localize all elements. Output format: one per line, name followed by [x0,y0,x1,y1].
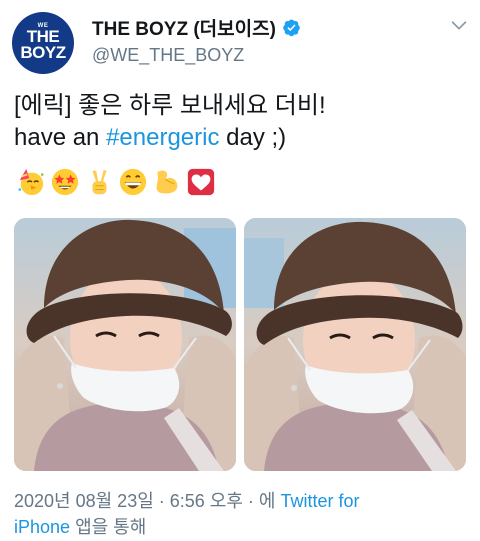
tweet-text-before-hashtag: have an [14,124,107,151]
name-row: THE BOYZ (더보이즈) [92,14,301,40]
tweet-timestamp[interactable]: 2020년 08월 23일 · 6:56 오후 · 에 [14,491,280,511]
tweet-photo-2[interactable] [244,218,466,471]
avatar[interactable]: WE THE BOYZ [12,12,74,74]
avatar-line-2: BOYZ [20,43,66,62]
tweet-line-2: have an #energeric day ;) [14,122,470,154]
photo-2-illustration [244,218,466,471]
emoji-row [16,166,216,198]
tweet-text-after-hashtag: day ;) [219,124,287,151]
chevron-down-icon[interactable] [448,14,470,36]
tweet-line-1: [에릭] 좋은 하루 보내세요 더비! [14,92,326,119]
tweet-header: WE THE BOYZ THE BOYZ (더보이즈) @WE_THE_BOYZ [0,0,480,80]
star-struck-icon [51,168,79,196]
tweet-text: [에릭] 좋은 하루 보내세요 더비! have an #energeric d… [14,90,470,154]
source-link-part-1[interactable]: Twitter for [280,491,359,511]
party-face-icon [18,168,44,196]
hashtag-link[interactable]: #energeric [106,124,219,151]
victory-hand-icon [92,169,107,195]
grinning-face-icon [119,168,147,196]
account-handle[interactable]: @WE_THE_BOYZ [92,45,244,66]
verified-badge-icon [283,19,300,36]
source-suffix: 앱을 통해 [70,517,147,537]
flexed-biceps-icon [156,170,178,194]
display-name[interactable]: THE BOYZ (더보이즈) [92,14,276,41]
source-link-part-2[interactable]: iPhone [14,517,70,537]
tweet-metadata: 2020년 08월 23일 · 6:56 오후 · 에 Twitter for … [14,488,474,540]
photo-1-illustration [14,218,236,471]
heart-suit-icon [187,168,215,196]
tweet-photo-1[interactable] [14,218,236,471]
